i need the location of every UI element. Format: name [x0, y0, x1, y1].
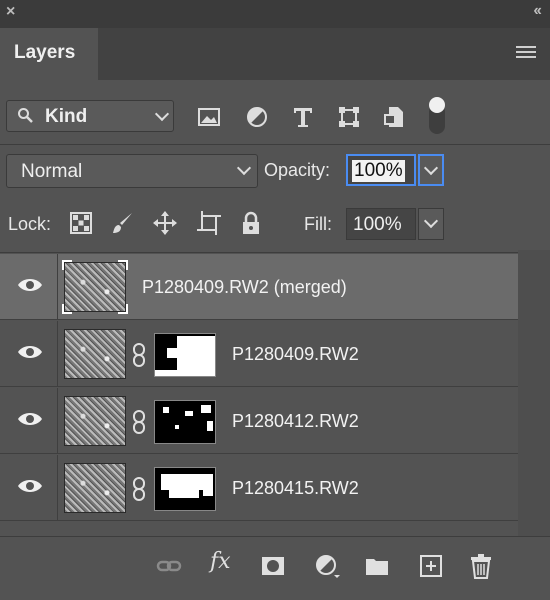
lock-position-icon[interactable]	[152, 210, 178, 236]
delete-layer-icon[interactable]	[468, 553, 494, 579]
filter-toggle-icon[interactable]	[426, 96, 448, 136]
fx-icon[interactable]: fx	[210, 549, 236, 575]
layer-row[interactable]: P1280409.RW2	[0, 321, 518, 387]
layer-mask-thumbnail[interactable]	[154, 467, 216, 511]
lock-transparent-pixels-icon[interactable]	[68, 210, 94, 236]
filter-kind-select[interactable]: Kind	[6, 100, 174, 132]
layers-scrollbar[interactable]	[518, 250, 550, 536]
lock-image-pixels-icon[interactable]	[110, 210, 136, 236]
layer-mask-thumbnail[interactable]	[154, 333, 216, 377]
filter-kind-label: Kind	[45, 106, 88, 127]
eye-icon[interactable]	[17, 477, 43, 495]
type-layer-filter-icon[interactable]	[290, 104, 316, 130]
divider	[0, 252, 550, 253]
add-mask-icon[interactable]	[260, 553, 286, 579]
lock-all-icon[interactable]	[238, 210, 264, 236]
visibility-column-divider	[57, 388, 58, 454]
new-group-icon[interactable]	[364, 553, 390, 579]
blend-mode-select[interactable]: Normal	[6, 154, 258, 188]
lock-label: Lock:	[8, 214, 52, 234]
pixel-layer-filter-icon[interactable]	[196, 104, 222, 130]
opacity-label: Opacity:	[264, 160, 331, 180]
layer-row[interactable]: P1280409.RW2 (merged)	[0, 254, 518, 320]
adjustment-layer-filter-icon[interactable]	[244, 104, 270, 130]
fill-dropdown-button[interactable]	[418, 208, 444, 240]
layer-name: P1280409.RW2 (merged)	[142, 277, 347, 297]
fill-input[interactable]: 100%	[346, 208, 416, 240]
visibility-column-divider	[57, 254, 58, 320]
mask-link-icon[interactable]	[131, 343, 147, 367]
layer-name: P1280412.RW2	[232, 411, 359, 431]
opacity-dropdown-button[interactable]	[418, 154, 444, 186]
adjustment-layer-icon[interactable]	[314, 553, 340, 579]
eye-icon[interactable]	[17, 410, 43, 428]
layer-name: P1280409.RW2	[232, 344, 359, 364]
panel-titlebar: × ‹‹	[0, 0, 550, 28]
layer-thumbnail[interactable]	[64, 463, 126, 513]
fill-label: Fill:	[304, 214, 332, 234]
fill-value: 100%	[353, 214, 402, 235]
blend-mode-value: Normal	[21, 161, 83, 182]
smart-object-filter-icon[interactable]	[382, 104, 408, 130]
eye-icon[interactable]	[17, 276, 43, 294]
layer-row[interactable]: P1280415.RW2	[0, 455, 518, 521]
divider	[0, 144, 550, 145]
eye-icon[interactable]	[17, 343, 43, 361]
visibility-column-divider	[57, 455, 58, 521]
layer-thumbnail[interactable]	[64, 329, 126, 379]
visibility-column-divider	[57, 321, 58, 387]
mask-link-icon[interactable]	[131, 477, 147, 501]
close-icon[interactable]: ×	[6, 3, 15, 21]
opacity-value: 100%	[352, 160, 405, 182]
chevron-down-icon	[154, 106, 170, 122]
layer-name: P1280415.RW2	[232, 478, 359, 498]
layer-mask-thumbnail[interactable]	[154, 400, 216, 444]
chevron-down-icon	[236, 160, 252, 176]
link-layers-icon[interactable]	[156, 553, 182, 579]
collapse-panel-icon[interactable]: ‹‹	[533, 2, 542, 20]
tab-layers[interactable]: Layers	[0, 28, 98, 80]
search-icon	[18, 108, 33, 123]
lock-artboard-icon[interactable]	[196, 210, 222, 236]
shape-layer-filter-icon[interactable]	[336, 104, 362, 130]
chevron-down-icon	[423, 213, 439, 229]
layer-row[interactable]: P1280412.RW2	[0, 388, 518, 454]
panel-menu-icon[interactable]	[516, 46, 536, 60]
mask-link-icon[interactable]	[131, 410, 147, 434]
layers-footer-toolbar: fx	[0, 536, 550, 600]
panel-tabbar: Layers	[0, 28, 550, 80]
opacity-input[interactable]: 100%	[346, 154, 416, 186]
layer-thumbnail[interactable]	[64, 396, 126, 446]
layer-thumbnail[interactable]	[62, 260, 128, 314]
chevron-down-icon	[423, 160, 439, 176]
new-layer-icon[interactable]	[418, 553, 444, 579]
